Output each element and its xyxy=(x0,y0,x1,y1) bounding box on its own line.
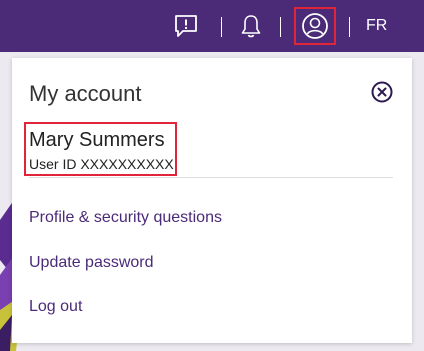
update-password-link[interactable]: Update password xyxy=(29,253,154,273)
topbar-separator xyxy=(280,17,281,37)
panel-title: My account xyxy=(29,81,142,106)
top-navigation-bar: FR xyxy=(0,0,424,52)
topbar-separator xyxy=(349,17,350,37)
language-toggle[interactable]: FR xyxy=(366,16,387,36)
profile-highlight-box xyxy=(294,7,336,45)
close-circle-icon[interactable] xyxy=(371,81,393,103)
user-name: Mary Summers xyxy=(29,129,165,151)
account-panel: My account Mary Summers User ID XXXXXXXX… xyxy=(12,58,412,343)
log-out-link[interactable]: Log out xyxy=(29,297,82,317)
user-id: User ID XXXXXXXXXX xyxy=(29,156,174,172)
feedback-icon[interactable] xyxy=(170,10,202,42)
profile-security-link[interactable]: Profile & security questions xyxy=(29,208,222,228)
divider xyxy=(29,177,393,178)
topbar-separator xyxy=(221,17,222,37)
notifications-icon[interactable] xyxy=(235,10,267,42)
